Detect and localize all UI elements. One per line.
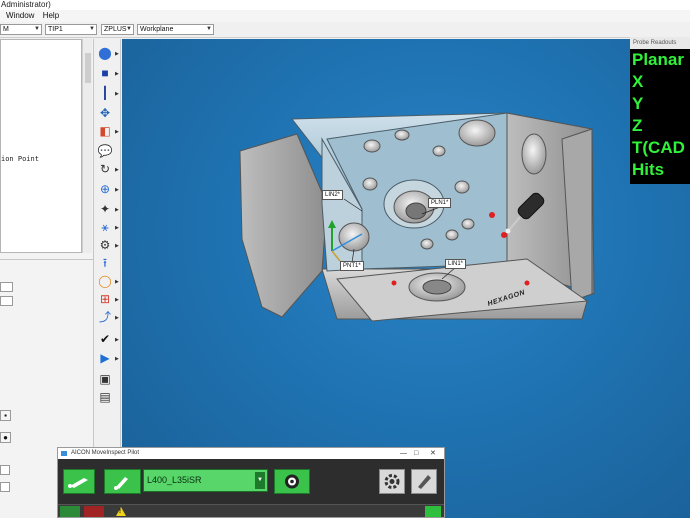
chevron-down-icon[interactable]: ▼ [255,472,265,489]
settings-button[interactable] [379,469,405,494]
rotate-icon[interactable]: ↻ [96,161,114,177]
probe-tool-button[interactable] [63,469,95,494]
lower-field[interactable] [0,482,10,492]
lower-field[interactable] [0,296,13,306]
top-toolbar: M ▼ TIP1 ▼ ZPLUS ▼ Workplane ▼ [0,22,690,38]
play-icon[interactable]: ▶ [96,350,114,366]
pencil-icon [418,475,431,489]
circle-icon[interactable]: ◯ [96,273,114,289]
gear-icon [384,474,400,489]
move-icon[interactable]: ✥ [96,105,114,121]
readout-line: T(CAD [632,138,685,157]
edit-window[interactable]: ion Point [0,39,82,253]
feature-label-pln1[interactable]: PLN1* [428,198,452,208]
lower-field[interactable] [0,282,13,292]
app-icon [61,451,67,456]
tip-combo[interactable]: TIP1 ▼ [45,24,97,35]
edit-line: ion Point [1,155,39,163]
readout-line: Y [632,94,644,113]
edit-scrollbar[interactable] [82,39,92,253]
target-icon[interactable]: ⊕ [96,181,114,197]
scroll-thumb[interactable] [85,53,91,83]
pilot-title-text: AICON MoveInspect Pilot [71,450,140,456]
battery-icon [425,506,441,517]
target-button[interactable] [274,469,310,494]
line-icon[interactable]: ┃ [96,85,114,101]
edit-button[interactable] [411,469,437,494]
feature-label-lin2[interactable]: LIN2* [322,190,344,200]
window-title: Administrator) [0,0,690,10]
camera-status-icon [84,506,104,517]
upload-icon[interactable]: ⭱ [96,255,114,271]
connection-status-icon [60,506,80,517]
cube-icon[interactable]: ■ [96,65,114,81]
lower-field[interactable] [0,465,10,475]
probe-readouts[interactable]: Probe Readouts Planar X Y Z T(CAD Hits [630,37,690,184]
plane-icon[interactable]: ◧ [96,123,114,139]
readout-line: Planar [632,50,684,69]
pilot-body: L400_L35iSR ▼ [58,459,444,504]
chevron-down-icon: ▼ [89,26,95,32]
pilot-status-bar: ! [58,504,444,517]
units-combo[interactable]: M ▼ [0,24,42,35]
menu-window[interactable]: Window [6,11,34,20]
pilot-window[interactable]: AICON MoveInspect Pilot — □ ✕ L400_L35iS… [57,447,445,518]
wand-icon[interactable]: ✦ [96,201,114,217]
chevron-down-icon: ▼ [126,26,132,32]
comment-icon[interactable]: 💬 [96,143,114,159]
check-icon[interactable]: ✔ [96,331,114,347]
maximize-icon[interactable]: □ [414,448,418,459]
menu-help[interactable]: Help [43,11,59,20]
workplane-combo[interactable]: Workplane ▼ [137,24,214,35]
axis-icon[interactable]: ⚹ [96,219,114,235]
stylus-icon [114,477,128,490]
close-icon[interactable]: ✕ [430,448,436,459]
save-icon[interactable]: ▪ [0,410,11,421]
crosshair-icon[interactable]: ⊞ [96,291,114,307]
record-icon[interactable]: ● [0,432,11,443]
graph-icon[interactable]: ⤴ [96,309,114,325]
probe-name: L400_L35iSR [147,475,202,485]
warning-icon[interactable] [116,507,126,516]
probe-combo[interactable]: L400_L35iSR ▼ [143,469,268,492]
chevron-down-icon: ▼ [206,26,212,32]
readout-line: X [632,72,644,91]
feature-label-pnt1[interactable]: PNT1* [340,261,364,271]
menu-bar: Window Help [0,10,690,22]
minimize-icon[interactable]: — [400,448,407,459]
probe-tool-icon [68,478,88,488]
probe-icon[interactable]: ⚙ [96,237,114,253]
readout-line: Z [632,116,643,135]
plane-combo[interactable]: ZPLUS ▼ [101,24,134,35]
report-icon[interactable]: ▣ [96,371,114,387]
target-icon [285,474,299,489]
point-icon[interactable]: ⬤ [96,45,114,61]
image-icon[interactable]: ▤ [96,389,114,405]
chevron-down-icon: ▼ [34,26,40,32]
readouts-header: Probe Readouts [630,37,690,49]
probe-select-button[interactable] [104,469,141,494]
readout-line: Hits [632,160,665,179]
pilot-titlebar[interactable]: AICON MoveInspect Pilot — □ ✕ [58,448,444,459]
feature-label-lin1[interactable]: LIN1* [445,259,467,269]
